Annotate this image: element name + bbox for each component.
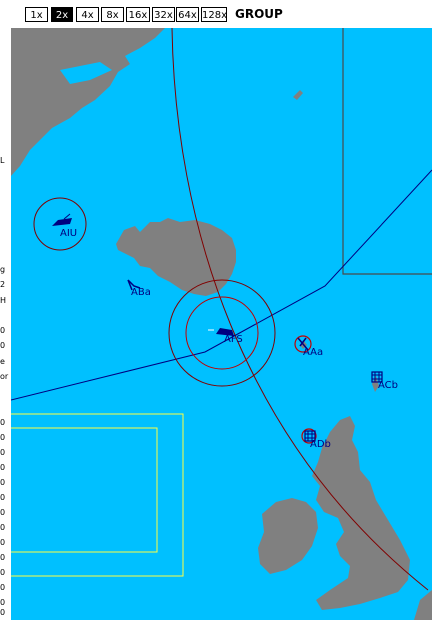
unit-label-acb: ACb [378, 380, 398, 391]
unit-aba[interactable]: ABa [127, 279, 151, 298]
ireland-landmass [258, 498, 318, 574]
edge-fragment: 0 [0, 493, 6, 502]
edge-fragment: g [0, 265, 6, 274]
mode-label: GROUP [235, 7, 283, 21]
left-panel-edge: L g 2 H 0 0 e or 0 0 0 0 0 0 0 0 0 0 0 0… [0, 0, 11, 620]
unit-aaa[interactable]: AAa [294, 335, 323, 358]
unit-label-aba: ABa [131, 287, 151, 298]
edge-fragment: 0 [0, 523, 6, 532]
unit-label-afs: AFS [224, 334, 243, 345]
zoom-toolbar: 1x 2x 4x 8x 16x 32x 64x 128x GROUP [11, 0, 432, 28]
heading-vector [63, 213, 71, 220]
greenland-landmass [11, 28, 165, 176]
zoom-1x-button[interactable]: 1x [25, 7, 48, 22]
edge-fragment: L [0, 156, 5, 165]
unit-label-aaa: AAa [303, 347, 323, 358]
zoom-4x-button[interactable]: 4x [76, 7, 99, 22]
edge-fragment: 0 [0, 433, 6, 442]
edge-fragment: 0 [0, 478, 6, 487]
unit-label-adb: ADb [310, 439, 331, 450]
zoom-2x-button[interactable]: 2x [51, 7, 73, 22]
iceland-landmass [116, 218, 236, 296]
unit-label-aiu: AIU [60, 228, 77, 239]
edge-fragment: 0 [0, 608, 6, 617]
unit-adb[interactable]: ADb [301, 428, 331, 450]
northeast-zone-boundary [342, 28, 432, 275]
edge-fragment: e [0, 357, 5, 366]
edge-fragment: 0 [0, 463, 6, 472]
edge-fragment: 0 [0, 448, 6, 457]
zoom-16x-button[interactable]: 16x [126, 7, 150, 22]
norway-landmass [414, 590, 432, 620]
edge-fragment: 0 [0, 553, 6, 562]
zoom-64x-button[interactable]: 64x [176, 7, 199, 22]
aircraft-icon [52, 218, 72, 226]
yellow-zone-inner [11, 427, 158, 553]
jan-mayen-island [293, 90, 303, 100]
edge-fragment: 0 [0, 568, 6, 577]
unit-afs[interactable]: AFS [208, 328, 243, 345]
edge-fragment: 2 [0, 280, 6, 289]
zoom-8x-button[interactable]: 8x [101, 7, 124, 22]
map-canvas[interactable]: AIU ABa AFS AAa ACb ADb [11, 28, 432, 620]
zoom-32x-button[interactable]: 32x [152, 7, 175, 22]
tactical-map[interactable]: AIU ABa AFS AAa ACb ADb [11, 28, 432, 620]
edge-fragment: 0 [0, 326, 6, 335]
edge-fragment: H [0, 296, 7, 305]
edge-fragment: 0 [0, 598, 6, 607]
zoom-128x-button[interactable]: 128x [201, 7, 227, 22]
unit-aiu[interactable]: AIU [52, 213, 77, 239]
edge-fragment: 0 [0, 341, 6, 350]
edge-fragment: or [0, 372, 9, 381]
edge-fragment: 0 [0, 538, 6, 547]
edge-fragment: 0 [0, 508, 6, 517]
edge-fragment: 0 [0, 583, 6, 592]
edge-fragment: 0 [0, 418, 6, 427]
